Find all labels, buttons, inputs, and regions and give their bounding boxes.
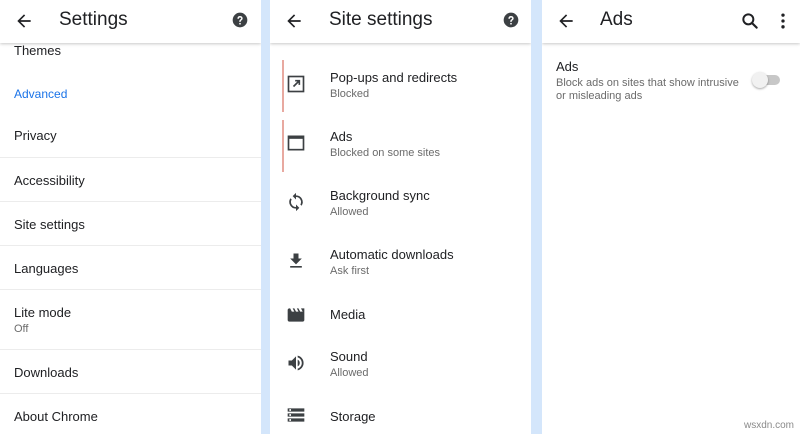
site-setting-sublabel: Allowed — [330, 367, 369, 379]
settings-item-site-settings[interactable]: Site settings — [0, 202, 261, 246]
back-arrow-icon[interactable] — [14, 11, 34, 31]
settings-item-label: Themes — [14, 43, 61, 58]
site-setting-sublabel: Blocked on some sites — [330, 147, 441, 159]
help-icon[interactable] — [503, 12, 519, 28]
help-icon[interactable] — [232, 12, 248, 28]
site-settings-app-bar: Site settings — [270, 0, 531, 43]
site-setting-sublabel: Blocked — [330, 88, 370, 100]
site-setting-label: Ads — [330, 129, 353, 144]
settings-item-sublabel: Off — [14, 323, 29, 335]
back-arrow-icon[interactable] — [556, 11, 576, 31]
page-title: Site settings — [329, 9, 433, 30]
ads-setting-description: Block ads on sites that show intrusive o… — [556, 77, 739, 102]
site-setting-sublabel: Allowed — [330, 206, 369, 218]
site-setting-label: Sound — [330, 349, 368, 364]
page-title: Settings — [59, 9, 128, 30]
more-vert-icon[interactable] — [773, 11, 793, 31]
settings-item-label: Lite mode — [14, 305, 72, 320]
settings-app-bar: Settings — [0, 0, 261, 43]
site-setting-label: Storage — [330, 409, 376, 424]
search-icon[interactable] — [740, 11, 760, 31]
settings-item-label: Privacy — [14, 128, 57, 143]
site-setting-storage[interactable]: Storage — [270, 396, 531, 434]
settings-item-label: Site settings — [14, 217, 85, 232]
volume-icon — [288, 355, 304, 371]
storage-icon — [287, 408, 305, 422]
site-setting-automatic-downloads[interactable]: Automatic downloads Ask first — [270, 235, 531, 294]
settings-item-label: Accessibility — [14, 173, 85, 188]
sync-icon — [289, 192, 303, 212]
site-settings-panel: Site settings Pop-ups and redirects Bloc… — [270, 0, 531, 434]
settings-item-languages[interactable]: Languages — [0, 246, 261, 290]
settings-item-label: Downloads — [14, 365, 79, 380]
ads-toggle-switch[interactable] — [752, 72, 782, 88]
settings-item-label: About Chrome — [14, 409, 98, 424]
settings-panel: Settings Themes Advanced Privacy Accessi… — [0, 0, 261, 434]
ads-window-icon — [287, 135, 305, 151]
section-header-advanced: Advanced — [14, 87, 68, 101]
ads-app-bar: Ads — [542, 0, 800, 43]
site-setting-sublabel: Ask first — [330, 265, 370, 277]
ads-panel: Ads Ads Block ads on sites that show int… — [542, 0, 800, 434]
site-setting-background-sync[interactable]: Background sync Allowed — [270, 176, 531, 235]
settings-item-label: Languages — [14, 261, 79, 276]
settings-item-privacy[interactable]: Privacy — [0, 113, 261, 158]
settings-item-downloads[interactable]: Downloads — [0, 350, 261, 394]
page-title: Ads — [600, 9, 633, 30]
back-arrow-icon[interactable] — [284, 11, 304, 31]
download-icon — [290, 253, 302, 268]
site-setting-label: Pop-ups and redirects — [330, 70, 458, 85]
site-setting-label: Background sync — [330, 188, 430, 203]
toggle-thumb — [752, 72, 768, 88]
site-setting-label: Media — [330, 307, 366, 322]
settings-item-about-chrome[interactable]: About Chrome — [0, 394, 261, 434]
settings-item-accessibility[interactable]: Accessibility — [0, 158, 261, 202]
site-setting-popups[interactable]: Pop-ups and redirects Blocked — [270, 58, 531, 117]
site-setting-sound[interactable]: Sound Allowed — [270, 337, 531, 396]
movie-icon — [287, 308, 305, 322]
site-setting-label: Automatic downloads — [330, 247, 454, 262]
site-setting-media[interactable]: Media — [270, 294, 531, 337]
settings-item-lite-mode[interactable]: Lite mode Off — [0, 290, 261, 350]
site-setting-ads[interactable]: Ads Blocked on some sites — [270, 117, 531, 176]
ads-setting-title: Ads — [556, 59, 579, 74]
watermark: wsxdn.com — [743, 420, 794, 431]
open-in-new-icon — [287, 75, 305, 93]
